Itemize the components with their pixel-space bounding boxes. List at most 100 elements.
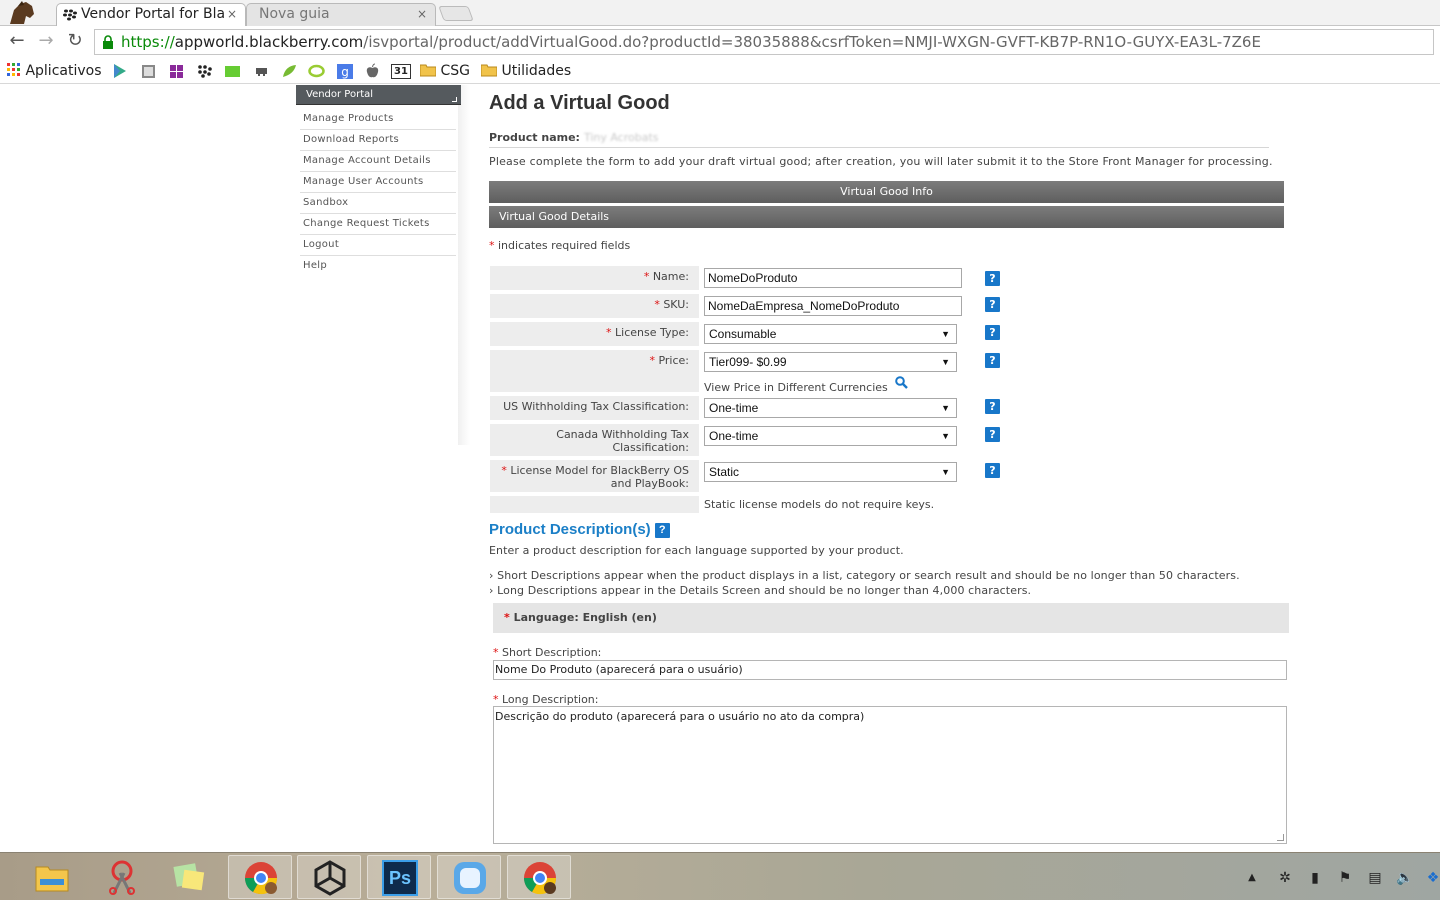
network-signal-icon[interactable]: ▤ <box>1366 869 1384 887</box>
sidebar-item-sandbox[interactable]: Sandbox <box>300 193 456 214</box>
tab-title: Nova guia <box>259 6 330 22</box>
taskbar-chrome-2[interactable] <box>507 855 571 899</box>
dropbox-icon[interactable]: ❖ <box>1424 869 1440 887</box>
help-icon[interactable]: ? <box>985 325 1000 340</box>
required-star: * <box>649 354 655 367</box>
sticky-note-icon <box>173 863 205 891</box>
ring-icon[interactable] <box>308 62 325 80</box>
address-bar[interactable]: https://appworld.blackberry.com/isvporta… <box>94 29 1434 55</box>
bookmark-green-icon[interactable] <box>224 62 241 80</box>
required-star: * <box>654 298 660 311</box>
tray-expand-icon[interactable]: ▲ <box>1243 869 1261 887</box>
resize-grip-icon[interactable] <box>1277 834 1284 841</box>
price-label: * Price: <box>490 350 699 392</box>
bluetooth-icon[interactable]: ✲ <box>1276 869 1294 887</box>
app-face-icon <box>454 862 486 894</box>
leaf-icon[interactable] <box>281 62 298 80</box>
taskbar-photoshop[interactable]: Ps <box>367 855 431 899</box>
bookmark-apps[interactable]: Aplicativos <box>7 62 102 80</box>
license-type-select[interactable]: Consumable ▼ <box>704 324 957 344</box>
help-icon[interactable]: ? <box>985 271 1000 286</box>
product-name-label: Product name: <box>489 131 580 144</box>
required-star: * <box>504 611 510 624</box>
bookmarks-bar: Aplicativos g 31 CSG Utilidades <box>0 58 1440 84</box>
required-star: * <box>606 326 612 339</box>
taskbar-finder-app[interactable] <box>437 855 501 899</box>
long-description-textarea[interactable]: Descrição do produto (aparecerá para o u… <box>493 706 1287 844</box>
name-field[interactable]: NomeDoProduto <box>704 268 962 288</box>
apps-grid-icon <box>7 63 20 76</box>
volume-icon[interactable]: 🔈 <box>1396 869 1414 887</box>
price-label-text: Price: <box>658 354 689 367</box>
bullet-chevron-icon: › <box>489 569 494 582</box>
tab-strip: Vendor Portal for Bla × Nova guia × <box>0 0 1440 26</box>
help-icon[interactable]: ? <box>985 399 1000 414</box>
short-description-input[interactable]: Nome Do Produto (aparecerá para o usuári… <box>493 660 1287 680</box>
bullet-chevron-icon: › <box>489 584 494 597</box>
taskbar-file-explorer[interactable] <box>20 855 84 899</box>
help-icon[interactable]: ? <box>654 523 670 538</box>
tab-vendor-portal[interactable]: Vendor Portal for Bla × <box>56 3 246 26</box>
folder-icon <box>35 866 69 892</box>
tab-new-tab[interactable]: Nova guia × <box>246 3 436 26</box>
back-arrow-icon[interactable]: ← <box>6 30 28 52</box>
new-tab-button[interactable] <box>438 6 474 21</box>
taskbar-sticky-notes[interactable] <box>157 855 221 899</box>
sidebar-item-manage-products[interactable]: Manage Products <box>300 109 456 130</box>
magnifier-icon[interactable] <box>895 376 909 389</box>
sidebar-item-download-reports[interactable]: Download Reports <box>300 130 456 151</box>
canada-tax-select[interactable]: One-time ▼ <box>704 426 957 446</box>
blackberry-icon <box>63 9 77 21</box>
close-tab-icon[interactable]: × <box>227 7 237 21</box>
price-value: Tier099- $0.99 <box>709 355 787 369</box>
sidebar-item-manage-user-accounts[interactable]: Manage User Accounts <box>300 172 456 193</box>
bookmark-folder-label: CSG <box>440 63 470 79</box>
product-descriptions-title: Product Description(s)? <box>489 521 670 538</box>
virtual-good-info-band: Virtual Good Info <box>489 181 1284 203</box>
dropdown-arrow-icon: ▼ <box>941 467 950 477</box>
windows-store-icon[interactable] <box>169 62 184 80</box>
dropdown-arrow-icon: ▼ <box>941 403 950 413</box>
sku-field[interactable]: NomeDaEmpresa_NomeDoProduto <box>704 296 962 316</box>
blackberry-bookmark-icon[interactable] <box>197 62 212 80</box>
bookmark-site-icon[interactable] <box>141 62 156 80</box>
sidebar-item-help[interactable]: Help <box>300 256 456 277</box>
flag-icon[interactable]: ⚑ <box>1336 869 1354 887</box>
license-model-select[interactable]: Static ▼ <box>704 462 957 482</box>
help-icon[interactable]: ? <box>985 297 1000 312</box>
url-scheme: https:// <box>121 33 175 51</box>
short-description-bullet: › Short Descriptions appear when the pro… <box>489 569 1240 582</box>
license-model-note-label-cell <box>490 496 699 513</box>
required-fields-note: * indicates required fields <box>489 239 630 252</box>
forward-arrow-icon[interactable]: → <box>35 30 57 52</box>
bookmark-folder-utilidades[interactable]: Utilidades <box>481 62 571 80</box>
folder-icon <box>420 64 436 77</box>
bookmark-apps-label: Aplicativos <box>25 63 102 79</box>
sidebar-item-manage-account-details[interactable]: Manage Account Details <box>300 151 456 172</box>
reload-icon[interactable]: ↻ <box>64 30 86 52</box>
help-icon[interactable]: ? <box>985 353 1000 368</box>
profile-horse-icon[interactable] <box>4 0 40 24</box>
sidebar-item-logout[interactable]: Logout <box>300 235 456 256</box>
view-price-currencies-link[interactable]: View Price in Different Currencies <box>704 376 909 394</box>
google-icon[interactable]: g <box>337 62 353 80</box>
sidebar-item-change-request-tickets[interactable]: Change Request Tickets <box>300 214 456 235</box>
help-icon[interactable]: ? <box>985 463 1000 478</box>
close-tab-icon[interactable]: × <box>417 7 427 21</box>
license-model-label: * License Model for BlackBerry OS and Pl… <box>490 460 699 492</box>
taskbar-unity[interactable] <box>297 855 361 899</box>
play-store-icon[interactable] <box>113 62 127 80</box>
apple-icon[interactable] <box>365 62 380 80</box>
space-invader-icon[interactable] <box>253 62 270 80</box>
calendar-icon[interactable]: 31 <box>391 64 411 79</box>
taskbar-snipping-tool[interactable] <box>90 855 154 899</box>
chrome-icon <box>523 862 557 895</box>
price-select[interactable]: Tier099- $0.99 ▼ <box>704 352 957 372</box>
device-icon[interactable]: ▮ <box>1306 869 1324 887</box>
unity-icon <box>314 860 346 896</box>
taskbar-chrome[interactable] <box>228 855 292 899</box>
us-tax-select[interactable]: One-time ▼ <box>704 398 957 418</box>
bookmark-folder-csg[interactable]: CSG <box>420 62 470 80</box>
required-note-text: indicates required fields <box>494 239 631 252</box>
help-icon[interactable]: ? <box>985 427 1000 442</box>
